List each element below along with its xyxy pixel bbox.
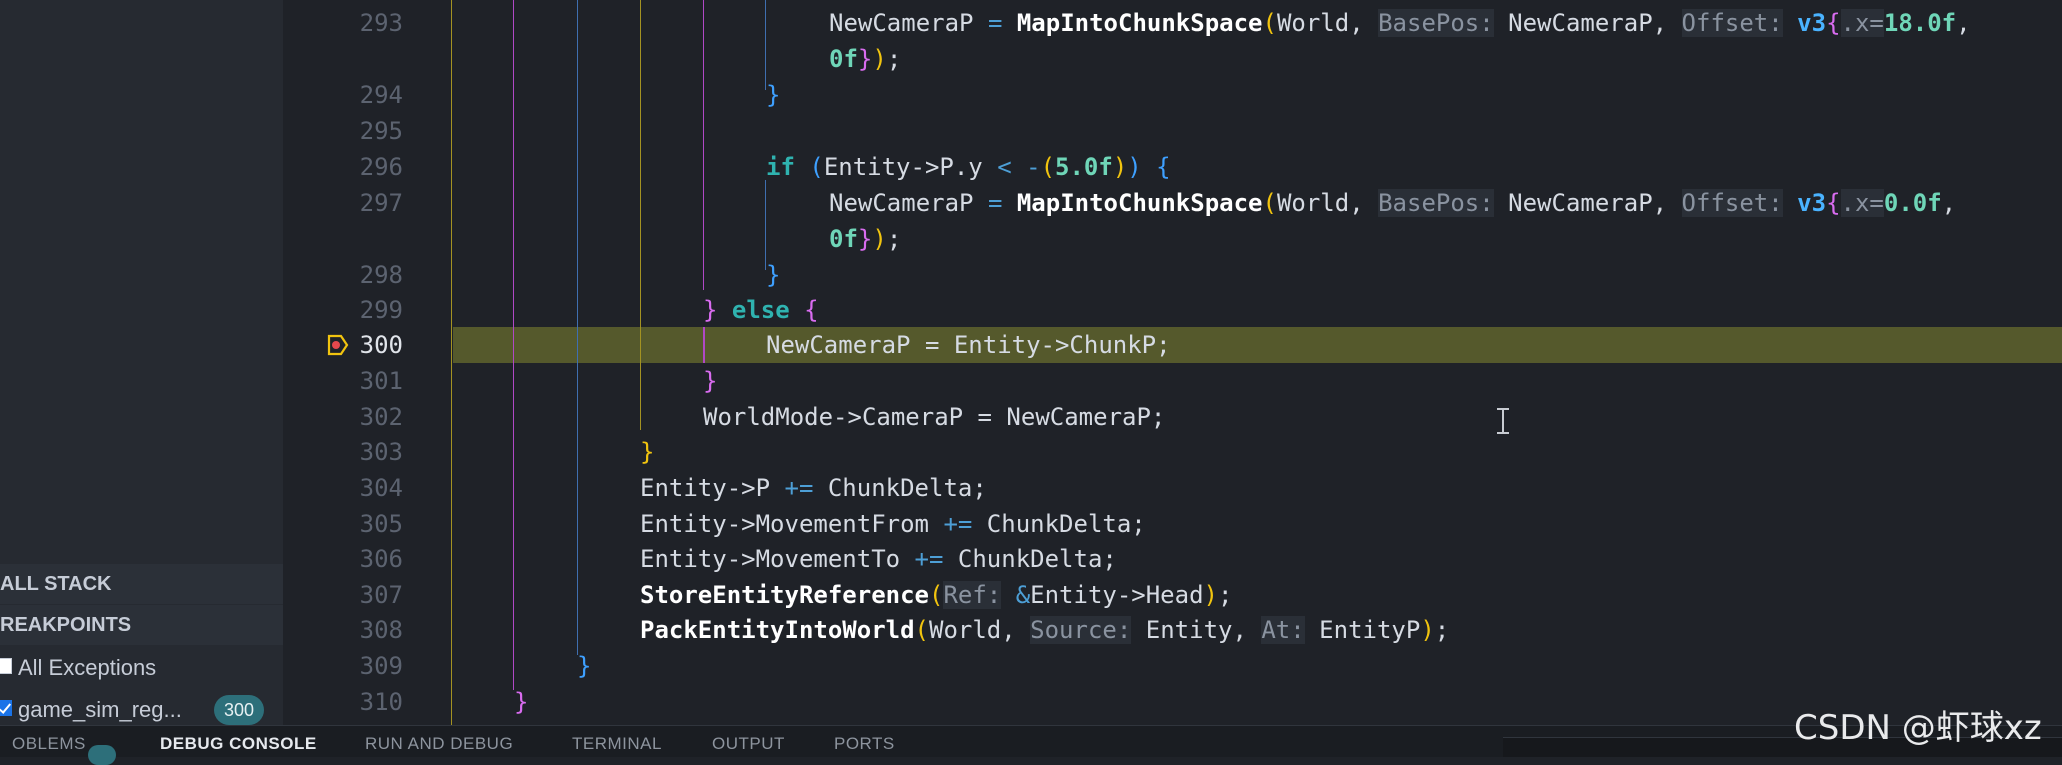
line-number: 309 bbox=[359, 652, 403, 680]
current-line-highlight bbox=[453, 327, 2062, 363]
code-line-305: Entity->MovementFrom += ChunkDelta; bbox=[640, 510, 1146, 538]
line-number: 293 bbox=[359, 9, 403, 37]
code-line-299: } else { bbox=[703, 296, 819, 324]
code-line-300-current: NewCameraP = Entity->ChunkP; bbox=[766, 331, 1171, 359]
indent-guide bbox=[640, 0, 641, 430]
indent-guide bbox=[703, 327, 705, 363]
text-cursor-ibeam-icon bbox=[1497, 408, 1509, 434]
indent-guide bbox=[703, 0, 704, 290]
debug-sidebar: ALL STACK REAKPOINTS All Exceptions game… bbox=[0, 0, 283, 725]
breakpoint-checkbox[interactable] bbox=[0, 658, 12, 674]
breakpoints-section-header[interactable]: REAKPOINTS bbox=[0, 605, 283, 645]
code-line-303: } bbox=[640, 438, 655, 466]
line-number: 299 bbox=[359, 296, 403, 324]
line-number: 302 bbox=[359, 403, 403, 431]
tab-run-and-debug[interactable]: RUN AND DEBUG bbox=[365, 734, 513, 754]
indent-guide bbox=[577, 0, 578, 655]
line-number-gutter[interactable]: 293 294 295 296 297 298 299 300 301 302 … bbox=[283, 0, 453, 725]
line-number: 310 bbox=[359, 688, 403, 716]
code-line-294: } bbox=[766, 81, 781, 109]
line-number: 305 bbox=[359, 510, 403, 538]
line-number: 308 bbox=[359, 616, 403, 644]
line-number: 296 bbox=[359, 153, 403, 181]
indent-guide bbox=[451, 0, 452, 725]
tab-problems[interactable]: OBLEMS bbox=[12, 734, 86, 754]
code-line-310: } bbox=[514, 688, 529, 716]
line-number: 303 bbox=[359, 438, 403, 466]
tab-debug-console[interactable]: DEBUG CONSOLE bbox=[160, 734, 317, 754]
code-line-293-wrap: 0f}); bbox=[829, 45, 902, 73]
tab-ports[interactable]: PORTS bbox=[834, 734, 895, 754]
breakpoint-label: game_sim_reg... bbox=[18, 697, 182, 722]
code-line-306: Entity->MovementTo += ChunkDelta; bbox=[640, 545, 1117, 573]
call-stack-label: ALL STACK bbox=[0, 573, 112, 595]
indent-guide bbox=[513, 0, 514, 690]
line-number: 306 bbox=[359, 545, 403, 573]
breakpoint-item-game-sim-region[interactable]: game_sim_reg... 300 bbox=[0, 690, 283, 730]
code-line-293: NewCameraP = MapIntoChunkSpace(World, Ba… bbox=[829, 9, 1971, 37]
problems-count-badge bbox=[88, 745, 116, 765]
tab-terminal[interactable]: TERMINAL bbox=[572, 734, 662, 754]
tab-output[interactable]: OUTPUT bbox=[712, 734, 785, 754]
line-number: 295 bbox=[359, 117, 403, 145]
breakpoint-line-badge: 300 bbox=[214, 695, 264, 725]
line-number: 307 bbox=[359, 581, 403, 609]
code-line-298: } bbox=[766, 261, 781, 289]
breakpoint-label: All Exceptions bbox=[18, 655, 157, 680]
code-line-301: } bbox=[703, 367, 718, 395]
line-number: 298 bbox=[359, 261, 403, 289]
code-line-296: if (Entity->P.y < -(5.0f)) { bbox=[766, 153, 1171, 181]
code-line-297-wrap: 0f}); bbox=[829, 225, 902, 253]
line-number: 297 bbox=[359, 189, 403, 217]
line-number: 304 bbox=[359, 474, 403, 502]
code-line-302: WorldMode->CameraP = NewCameraP; bbox=[703, 403, 1166, 431]
line-number: 294 bbox=[359, 81, 403, 109]
code-editor[interactable]: 293 294 295 296 297 298 299 300 301 302 … bbox=[283, 0, 2062, 725]
breakpoint-item-all-exceptions[interactable]: All Exceptions bbox=[0, 648, 283, 688]
code-line-308: PackEntityIntoWorld(World, Source: Entit… bbox=[640, 616, 1450, 644]
code-line-309: } bbox=[577, 652, 592, 680]
code-line-304: Entity->P += ChunkDelta; bbox=[640, 474, 987, 502]
breakpoints-label: REAKPOINTS bbox=[0, 614, 132, 636]
watermark: CSDN @虾球xz bbox=[1794, 708, 2042, 748]
call-stack-section-header[interactable]: ALL STACK bbox=[0, 564, 283, 604]
code-line-297: NewCameraP = MapIntoChunkSpace(World, Ba… bbox=[829, 189, 1957, 217]
line-number: 301 bbox=[359, 367, 403, 395]
code-line-307: StoreEntityReference(Ref: &Entity->Head)… bbox=[640, 581, 1233, 609]
line-number-current: 300 bbox=[359, 331, 403, 359]
breakpoint-checkbox[interactable] bbox=[0, 700, 12, 716]
